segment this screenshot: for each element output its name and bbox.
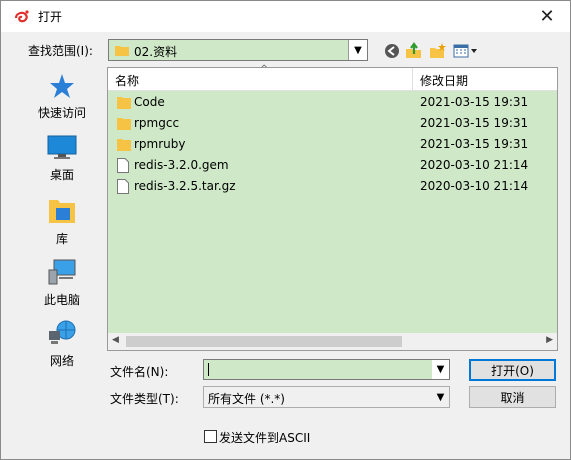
lookin-combo[interactable]: 02.资料 ▼ (108, 39, 368, 61)
view-grid-icon (453, 44, 477, 58)
window-title: 打开 (38, 10, 63, 24)
up-folder-button[interactable] (404, 41, 424, 61)
lookin-value: 02.资料 (134, 45, 178, 59)
chevron-down-icon[interactable]: ▼ (432, 360, 449, 379)
file-icon (117, 158, 129, 173)
up-folder-icon (406, 42, 421, 58)
ascii-checkbox[interactable] (204, 430, 217, 443)
list-item[interactable]: rpmgcc 2021-03-15 19:31 (108, 113, 557, 134)
place-this-pc[interactable]: 此电脑 (19, 258, 105, 307)
back-button[interactable] (382, 41, 402, 61)
list-item[interactable]: Code 2021-03-15 19:31 (108, 92, 557, 113)
text-caret (208, 363, 209, 376)
column-divider[interactable] (412, 68, 413, 90)
item-name: rpmruby (134, 137, 186, 151)
item-date: 2020-03-10 21:14 (420, 158, 529, 172)
chevron-down-icon[interactable]: ▼ (348, 40, 367, 60)
star-icon (50, 74, 74, 98)
item-date: 2021-03-15 19:31 (420, 116, 529, 130)
item-date: 2021-03-15 19:31 (420, 137, 529, 151)
place-label: 桌面 (49, 168, 74, 182)
back-arrow-icon (385, 44, 399, 58)
desktop-icon (47, 135, 77, 159)
item-name: redis-3.2.5.tar.gz (134, 179, 236, 193)
open-button[interactable]: 打开(O) (469, 359, 556, 381)
place-quick-access[interactable]: 快速访问 (19, 73, 105, 120)
place-label: 库 (55, 232, 68, 246)
scroll-right-icon[interactable]: ▶ (546, 335, 553, 345)
file-icon (117, 179, 129, 194)
filetype-value: 所有文件 (*.*) (208, 392, 285, 406)
ascii-checkbox-label[interactable]: 发送文件到ASCII (219, 429, 310, 446)
list-header: ^ 名称 修改日期 (108, 64, 557, 91)
item-date: 2021-03-15 19:31 (420, 95, 529, 109)
place-network[interactable]: 网络 (19, 319, 105, 368)
library-icon (49, 200, 75, 223)
item-name: Code (134, 95, 165, 109)
place-library[interactable]: 库 (19, 197, 105, 246)
computer-icon (48, 259, 76, 285)
place-label: 此电脑 (43, 293, 80, 307)
new-folder-icon (430, 43, 446, 58)
column-header-name[interactable]: 名称 (115, 72, 139, 89)
place-label: 网络 (49, 354, 74, 368)
list-item[interactable]: redis-3.2.0.gem 2020-03-10 21:14 (108, 155, 557, 176)
network-icon (49, 320, 76, 344)
sort-ascending-icon: ^ (260, 64, 269, 75)
place-label: 快速访问 (37, 106, 86, 120)
folder-icon (115, 46, 129, 56)
filetype-label: 文件类型(T): (110, 392, 179, 406)
cancel-button[interactable]: 取消 (469, 386, 556, 408)
folder-icon (117, 139, 131, 151)
filename-label: 文件名(N): (110, 365, 169, 379)
file-list[interactable]: ^ 名称 修改日期 Code 2021-03-15 19:31 rpmgcc 2… (107, 64, 558, 351)
chevron-down-icon[interactable]: ▼ (432, 387, 449, 407)
item-date: 2020-03-10 21:14 (420, 179, 529, 193)
close-icon: ✕ (539, 6, 555, 27)
list-item[interactable]: rpmruby 2021-03-15 19:31 (108, 134, 557, 155)
horizontal-scrollbar[interactable]: ◀ ▶ (108, 333, 557, 350)
open-dialog: 打开 ✕ 查找范围(I): 02.资料 ▼ 快速访问 桌面 库 此电脑 网络 ^… (0, 0, 571, 460)
scroll-left-icon[interactable]: ◀ (112, 335, 119, 345)
view-menu-button[interactable] (452, 41, 480, 61)
item-name: rpmgcc (134, 116, 180, 130)
title-bar: 打开 ✕ (1, 1, 570, 32)
new-folder-button[interactable] (428, 41, 448, 61)
filetype-select[interactable]: 所有文件 (*.*) ▼ (203, 386, 450, 408)
scrollbar-thumb[interactable] (126, 336, 402, 347)
column-header-date[interactable]: 修改日期 (420, 72, 468, 89)
filename-input[interactable]: ▼ (203, 359, 450, 380)
folder-icon (117, 118, 131, 130)
close-button[interactable]: ✕ (524, 1, 570, 32)
places-bar: 快速访问 桌面 库 此电脑 网络 (19, 67, 105, 368)
item-name: redis-3.2.0.gem (134, 158, 229, 172)
app-logo-icon (14, 10, 29, 23)
lookin-label: 查找范围(I): (28, 44, 93, 58)
folder-icon (117, 97, 131, 109)
place-desktop[interactable]: 桌面 (19, 135, 105, 182)
list-item[interactable]: redis-3.2.5.tar.gz 2020-03-10 21:14 (108, 176, 557, 197)
